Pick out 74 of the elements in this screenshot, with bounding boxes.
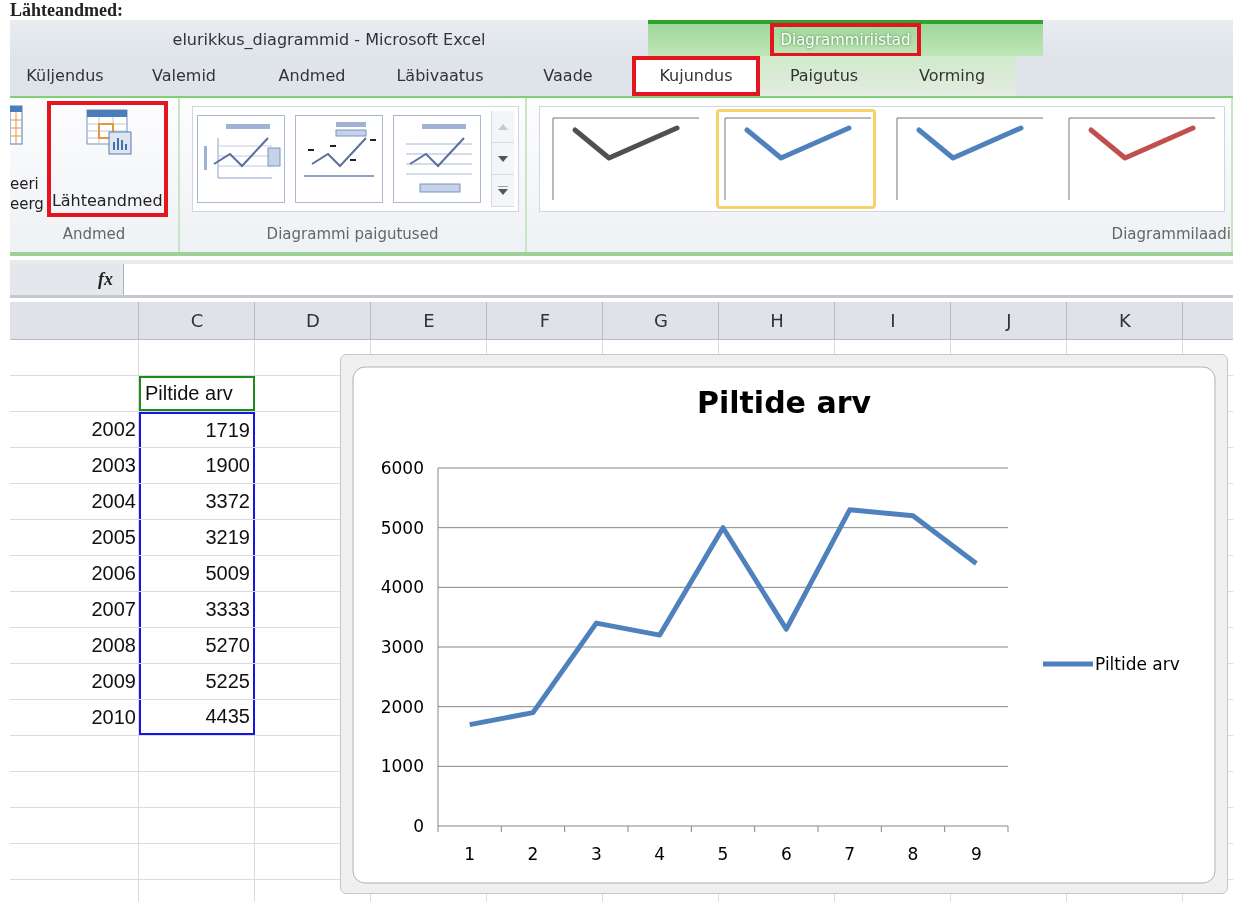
caret-down-icon (498, 155, 508, 162)
table-cell: 2004 (91, 490, 136, 513)
ribbon-tab[interactable]: Andmed (248, 56, 376, 96)
axis-label: 3 (590, 844, 602, 864)
axis-label: 1 (464, 844, 476, 864)
scroll-down-button[interactable] (492, 143, 514, 175)
table-cell: 2008 (91, 634, 136, 657)
legend-line-icon (1043, 661, 1093, 667)
more-button[interactable] (492, 175, 514, 207)
style-thumbnail[interactable] (716, 109, 876, 209)
table-cell: 2009 (91, 670, 136, 693)
table-cell: Piltide arv (139, 376, 255, 411)
column-header[interactable]: G (603, 302, 719, 339)
table-cell: 3333 (139, 592, 255, 627)
column-header[interactable]: E (371, 302, 487, 339)
table-cell: 5225 (139, 664, 255, 699)
legend-label: Piltide arv (1095, 654, 1180, 674)
table-cell: 2002 (91, 418, 136, 441)
axis-label: 2000 (380, 696, 424, 717)
column-header[interactable]: J (951, 302, 1067, 339)
chart-frame[interactable]: Piltide arv 0 1000 2000 3000 4000 5000 6000 1 2 3 4 5 6 7 8 9 Piltide arv (340, 354, 1228, 894)
ribbon-tab[interactable]: Paigutus (760, 56, 888, 96)
table-cell: 2006 (91, 562, 136, 585)
axis-label: 4000 (380, 577, 424, 598)
axis-label: 1000 (380, 756, 424, 777)
table-cell: 1719 (139, 412, 255, 447)
group-label: Diagrammilaadi (1110, 224, 1231, 245)
axis-label: 0 (413, 816, 424, 836)
axis-label: 6 (780, 844, 792, 864)
axis-label: 6000 (380, 458, 424, 478)
table-cell: 3372 (139, 484, 255, 519)
axis-label: 2 (527, 844, 539, 864)
table-cell: 3219 (139, 520, 255, 555)
axis-label: 8 (907, 844, 919, 864)
column-header[interactable]: H (719, 302, 835, 339)
ribbon-tab[interactable]: Vaade (504, 56, 632, 96)
button-label[interactable]: eeri eerg (10, 174, 44, 214)
table-cell: 2007 (91, 598, 136, 621)
ribbon-tab[interactable]: Valemid (120, 56, 248, 96)
table-cell: 5270 (139, 628, 255, 663)
table-cell: 4435 (139, 700, 255, 735)
table-cell: 1900 (139, 448, 255, 483)
axis-label: 5000 (380, 517, 424, 538)
column-header[interactable]: F (487, 302, 603, 339)
table-icon (10, 104, 24, 148)
axis-label: 7 (844, 844, 856, 864)
select-data-button[interactable]: Lähteandmed (49, 104, 165, 214)
table-cell: 5009 (139, 556, 255, 591)
ribbon-tab[interactable]: Küljendus (10, 56, 120, 96)
group-label: Diagrammi paigutused (265, 224, 440, 245)
column-header[interactable]: I (835, 302, 951, 339)
table-cell: 2010 (91, 706, 136, 729)
table-cell: 2003 (91, 454, 136, 477)
layout-thumbnail[interactable] (295, 115, 383, 203)
ribbon-tab[interactable]: Kujundus (632, 56, 760, 96)
axis-label: 3000 (380, 637, 424, 657)
axis-label: 9 (970, 844, 982, 864)
column-header[interactable]: C (139, 302, 255, 339)
layout-thumbnail[interactable] (197, 115, 285, 203)
expand-icon (498, 186, 508, 195)
column-header[interactable]: D (255, 302, 371, 339)
layout-thumbnail[interactable] (393, 115, 481, 203)
page-heading: Lähteandmed: (10, 0, 124, 20)
axis-label: 5 (717, 844, 729, 864)
table-cell: 2005 (91, 526, 136, 549)
column-header[interactable]: K (1067, 302, 1183, 339)
window-title: elurikkus_diagrammid - Microsoft Excel (171, 29, 487, 51)
axis-label: 4 (654, 844, 666, 864)
function-label[interactable]: fx (98, 269, 113, 290)
caret-up-icon (498, 123, 508, 130)
group-label: Andmed (61, 224, 127, 245)
chart-title: Piltide arv (697, 385, 871, 420)
ribbon-tab[interactable]: Läbivaatus (376, 56, 504, 96)
ribbon-tab[interactable]: Vorming (888, 56, 1016, 96)
